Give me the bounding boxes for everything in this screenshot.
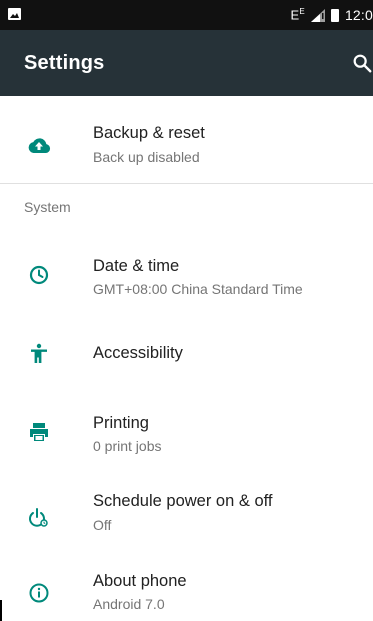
setting-summary: Back up disabled xyxy=(93,149,200,165)
clock-icon xyxy=(29,265,49,285)
settings-item-schedule-power[interactable]: Schedule power on & off Off xyxy=(0,488,373,554)
status-bar: EE 12:0 xyxy=(0,0,373,30)
info-icon xyxy=(29,583,49,603)
page-title: Settings xyxy=(24,52,105,74)
setting-summary: GMT+08:00 China Standard Time xyxy=(93,281,303,297)
setting-title: Backup & reset xyxy=(93,124,205,142)
settings-item-printing[interactable]: Printing 0 print jobs xyxy=(0,402,373,468)
settings-item-date-time[interactable]: Date & time GMT+08:00 China Standard Tim… xyxy=(0,245,373,311)
cloud-upload-icon xyxy=(28,138,51,153)
search-icon[interactable] xyxy=(351,52,373,74)
setting-title: Date & time xyxy=(93,257,180,275)
battery-icon xyxy=(330,8,339,22)
setting-summary: 0 print jobs xyxy=(93,438,162,454)
section-header-system: System xyxy=(24,199,71,215)
window-edge xyxy=(0,600,2,621)
settings-item-backup-reset[interactable]: Backup & reset Back up disabled xyxy=(0,112,373,178)
status-right: EE 12:0 xyxy=(291,0,373,30)
setting-title: Schedule power on & off xyxy=(93,492,273,510)
setting-summary: Off xyxy=(93,517,112,533)
settings-item-about-phone[interactable]: About phone Android 7.0 xyxy=(0,567,373,621)
network-indicator: EE xyxy=(290,7,305,23)
signal-icon xyxy=(310,8,325,22)
image-notification-icon xyxy=(8,8,21,20)
setting-title: Accessibility xyxy=(93,344,183,362)
setting-summary: Android 7.0 xyxy=(93,596,165,612)
section-divider xyxy=(0,183,373,184)
settings-item-accessibility[interactable]: Accessibility xyxy=(0,330,373,380)
status-time: 12:0 xyxy=(344,7,373,23)
power-schedule-icon xyxy=(29,508,48,527)
setting-title: Printing xyxy=(93,414,149,432)
app-bar: Settings xyxy=(0,30,373,96)
printer-icon xyxy=(30,423,48,441)
setting-title: About phone xyxy=(93,572,187,590)
accessibility-icon xyxy=(31,343,47,363)
